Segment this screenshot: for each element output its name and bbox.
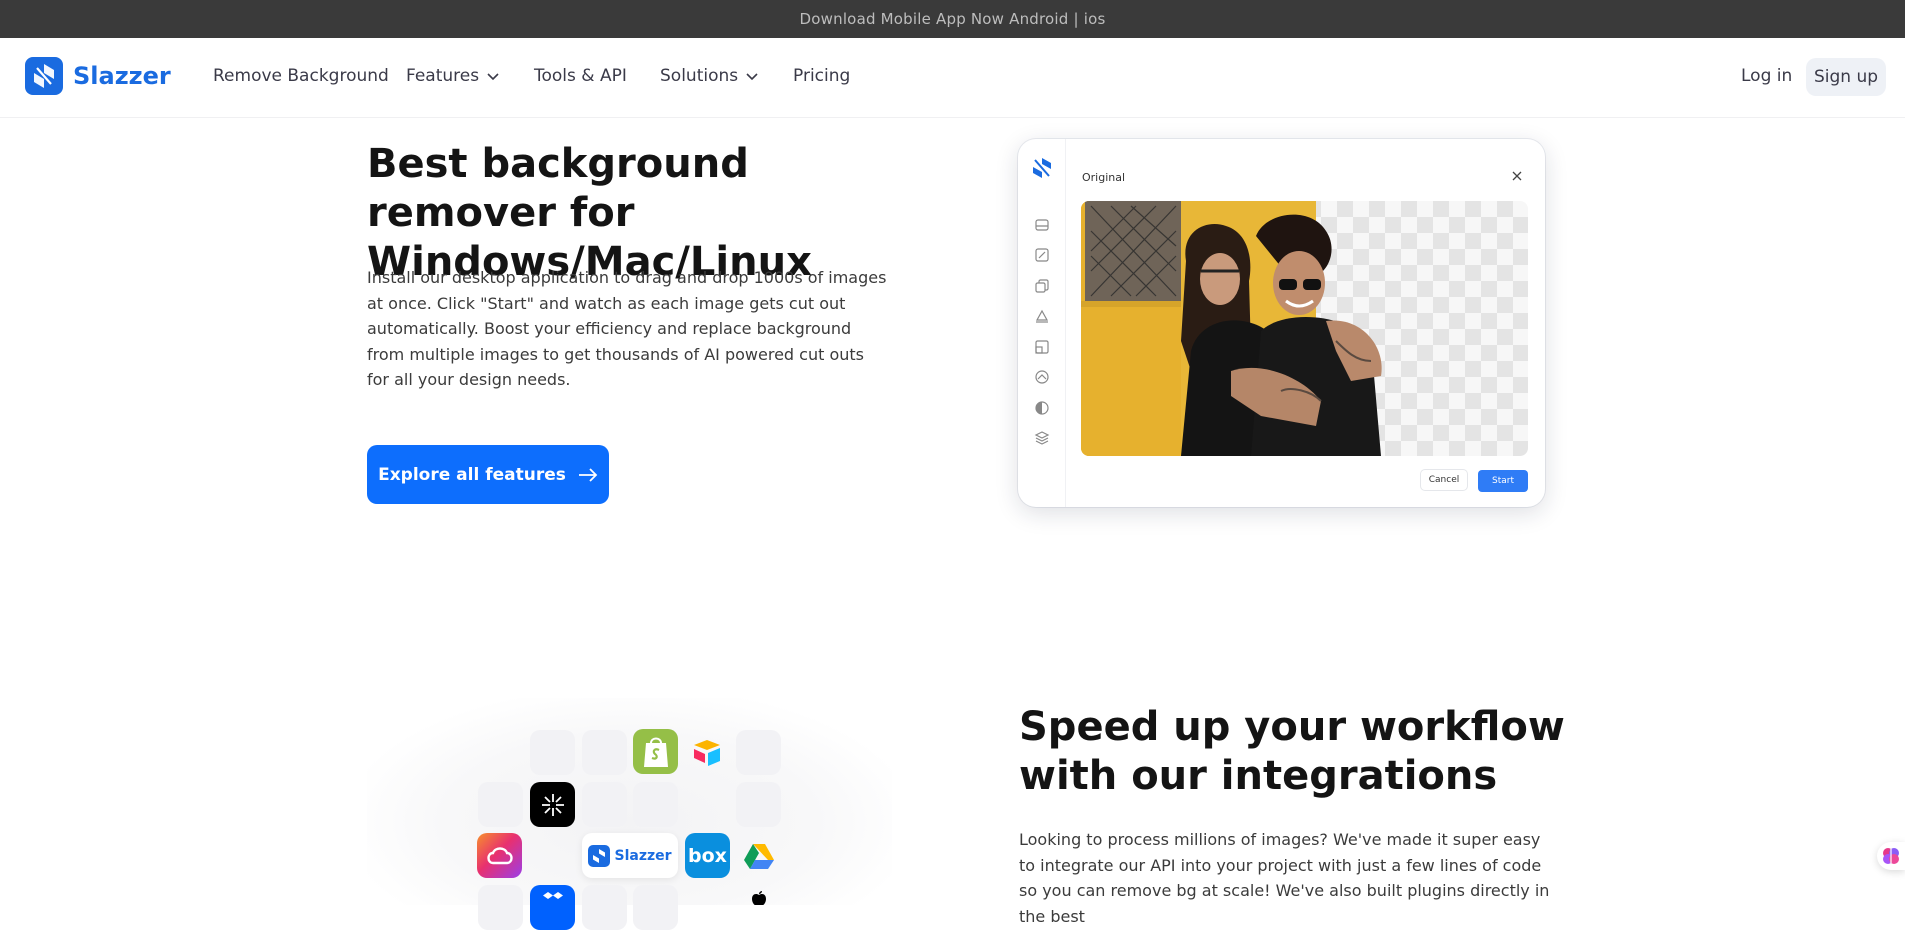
announcement-bar: Download Mobile App Now Android | ios	[0, 0, 1905, 38]
chevron-down-icon	[746, 73, 758, 81]
app-panel-title: Original	[1082, 171, 1126, 184]
google-drive-icon	[736, 833, 781, 878]
floating-widget-button[interactable]	[1877, 842, 1905, 870]
empty-tile	[633, 885, 678, 930]
slazzer-center-logo: Slazzer	[582, 833, 678, 878]
desktop-app-preview: Original Cancel Start	[1018, 139, 1545, 507]
empty-tile	[633, 782, 678, 827]
slazzer-logo-icon	[1033, 158, 1051, 178]
integrations-title: Speed up your workflow with our integrat…	[1019, 704, 1565, 799]
box-icon: box	[685, 833, 730, 878]
signup-button[interactable]: Sign up	[1806, 58, 1886, 96]
empty-tile	[582, 730, 627, 775]
eraser-icon[interactable]	[1034, 308, 1050, 324]
image-icon[interactable]	[1034, 217, 1050, 233]
nav-pricing[interactable]: Pricing	[793, 66, 850, 86]
cta-label: Explore all features	[378, 464, 566, 485]
empty-tile	[582, 885, 627, 930]
dropbox-icon	[530, 885, 575, 930]
creative-cloud-icon	[477, 833, 522, 878]
preview-photo	[1081, 201, 1528, 456]
contrast-icon[interactable]	[1034, 400, 1050, 416]
chevron-down-icon	[487, 73, 499, 81]
apple-icon	[736, 885, 781, 930]
slazzer-logo-icon	[25, 57, 63, 95]
nav-label: Features	[406, 66, 480, 86]
edit-image-icon[interactable]	[1034, 247, 1050, 263]
nav-label: Remove Background	[213, 66, 389, 86]
resize-icon[interactable]	[1034, 339, 1050, 355]
integrations-description: Looking to process millions of images? W…	[1019, 830, 1550, 926]
explore-features-button[interactable]: Explore all features	[367, 445, 609, 504]
layers-icon[interactable]	[1034, 430, 1050, 446]
empty-tile	[478, 782, 523, 827]
empty-tile	[736, 782, 781, 827]
login-link[interactable]: Log in	[1741, 66, 1792, 86]
background-icon[interactable]	[1034, 369, 1050, 385]
hero-description: Install our desktop application to drag …	[367, 268, 887, 389]
app-sidebar	[1018, 139, 1066, 507]
empty-tile	[478, 885, 523, 930]
brand-logo[interactable]: Slazzer	[25, 57, 171, 95]
site-header: Slazzer Remove Background Features Tools…	[0, 38, 1905, 118]
arrow-right-icon	[578, 467, 598, 482]
airtable-icon	[684, 729, 729, 774]
copy-icon[interactable]	[1034, 278, 1050, 294]
box-text: box	[688, 844, 727, 867]
nav-tools-api[interactable]: Tools & API	[534, 66, 627, 86]
brain-icon	[1883, 848, 1899, 864]
empty-tile	[736, 730, 781, 775]
nav-solutions[interactable]: Solutions	[660, 66, 760, 86]
app-start-button[interactable]: Start	[1478, 470, 1528, 492]
empty-tile	[530, 730, 575, 775]
close-icon[interactable]	[1510, 169, 1524, 183]
nav-remove-background[interactable]: Remove Background	[213, 66, 389, 86]
center-logo-text: Slazzer	[614, 847, 672, 864]
perplexity-icon	[530, 782, 575, 827]
brand-name: Slazzer	[73, 62, 171, 90]
empty-tile	[582, 782, 627, 827]
nav-label: Pricing	[793, 66, 851, 86]
app-cancel-button[interactable]: Cancel	[1421, 470, 1467, 490]
nav-features[interactable]: Features	[406, 66, 501, 86]
shopify-icon	[633, 729, 678, 774]
announcement-text[interactable]: Download Mobile App Now Android | ios	[800, 10, 1106, 28]
nav-label: Solutions	[660, 66, 739, 86]
nav-label: Tools & API	[534, 66, 627, 86]
